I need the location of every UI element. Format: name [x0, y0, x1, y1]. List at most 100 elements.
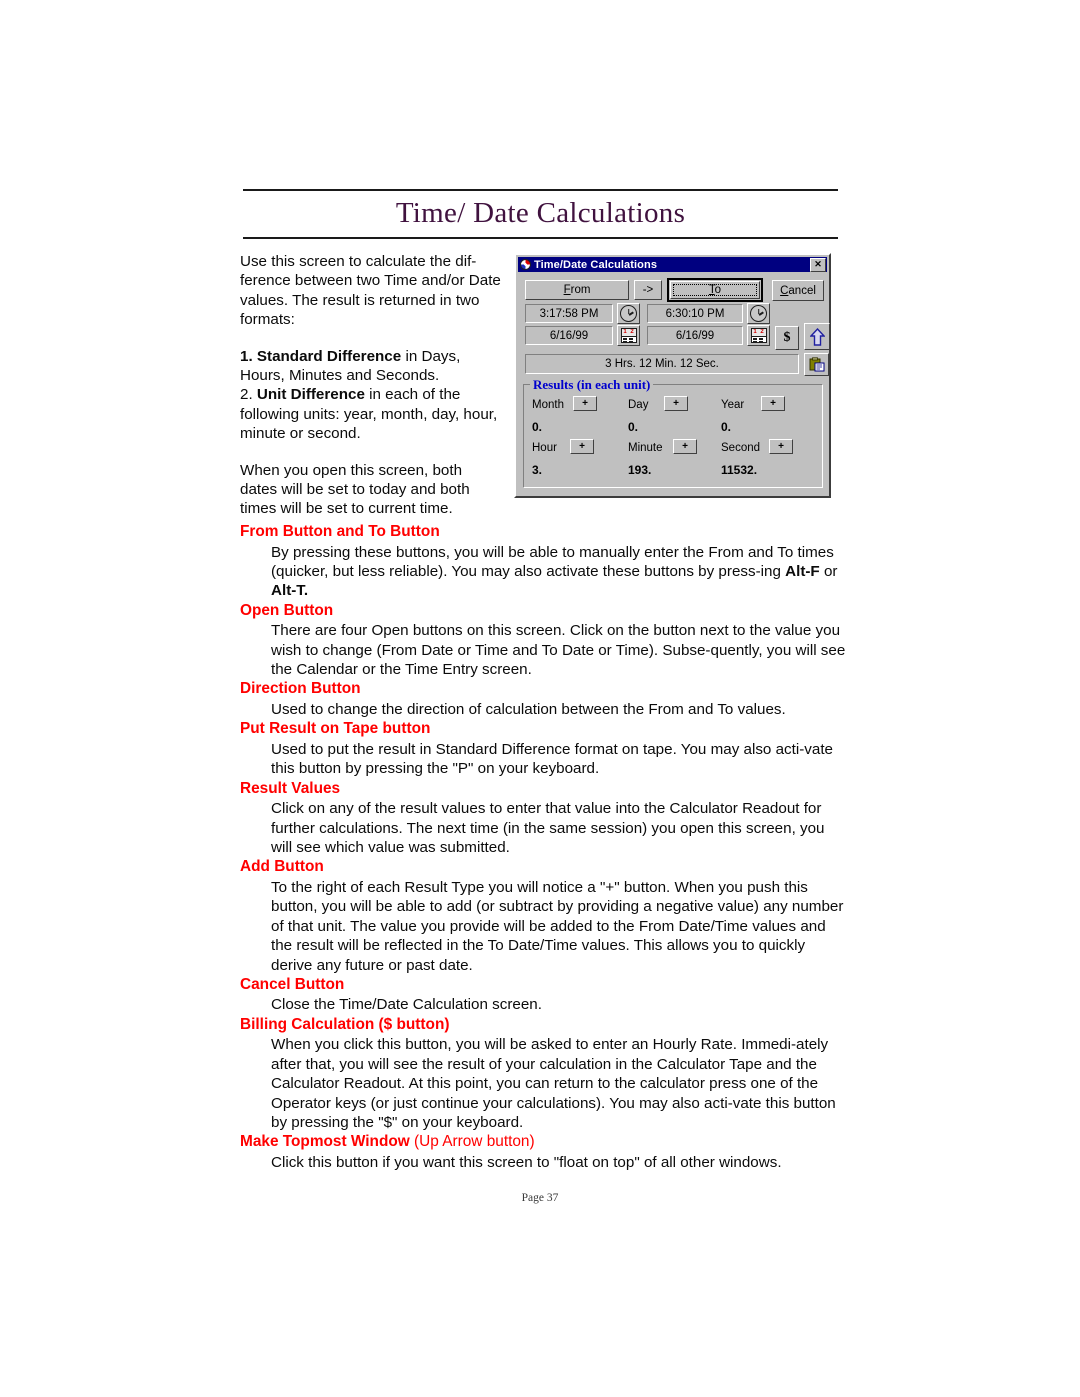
- add-button-day[interactable]: +: [664, 396, 688, 411]
- to-button[interactable]: To: [667, 278, 763, 302]
- section-body: By pressing these buttons, you will be a…: [271, 543, 848, 601]
- up-arrow-icon: [809, 327, 825, 346]
- dialog-title: Time/Date Calculations: [534, 258, 658, 271]
- unit-value-second[interactable]: 11532.: [721, 463, 757, 477]
- title-rule-bottom: [243, 237, 838, 239]
- section-make-topmost-window: Make Topmost Window (Up Arrow button) Cl…: [240, 1132, 848, 1172]
- add-button-label: +: [770, 398, 776, 409]
- sections-list: From Button and To Button By pressing th…: [240, 522, 848, 1172]
- section-heading: Put Result on Tape button: [240, 720, 431, 738]
- from-time-field[interactable]: 3:17:58 PM: [525, 304, 613, 323]
- section-body: There are four Open buttons on this scre…: [271, 622, 846, 679]
- unit-value-year[interactable]: 0.: [721, 420, 731, 434]
- make-topmost-window-button[interactable]: [804, 323, 830, 350]
- intro-paragraph-1: Use this screen to calculate the dif-fer…: [240, 253, 501, 329]
- section-body-bold-2: Alt-T.: [271, 582, 309, 600]
- unit-value-minute[interactable]: 193.: [628, 463, 651, 477]
- calendar-icon-header: 1 2: [621, 329, 636, 337]
- cancel-button[interactable]: Cancel: [772, 280, 824, 301]
- add-button-label: +: [579, 441, 585, 452]
- section-body: Used to put the result in Standard Diffe…: [271, 740, 833, 778]
- section-heading: Add Button: [240, 858, 324, 876]
- add-button-second[interactable]: +: [769, 439, 793, 454]
- intro-list-item-2: 2. Unit Difference in each of the follow…: [240, 385, 502, 443]
- standard-result-field[interactable]: 3 Hrs. 12 Min. 12 Sec.: [525, 354, 799, 374]
- to-date-open-button[interactable]: 1 2: [747, 325, 770, 346]
- cancel-button-label: Cancel: [780, 284, 816, 297]
- unit-value-hour[interactable]: 3.: [532, 463, 542, 477]
- intro-item2-bold: Unit Difference: [256, 386, 365, 404]
- unit-value-day[interactable]: 0.: [628, 420, 638, 434]
- dialog-titlebar: Time/Date Calculations ✕: [518, 257, 827, 272]
- section-heading: Cancel Button: [240, 975, 345, 993]
- calendar-digit-2: 2: [630, 329, 634, 335]
- page-title: Time/ Date Calculations: [395, 197, 686, 229]
- intro-item1-bold: 1. Standard Difference: [240, 347, 402, 365]
- section-heading-main: Make Topmost Window: [240, 1133, 410, 1151]
- to-time-field[interactable]: 6:30:10 PM: [647, 304, 743, 323]
- intro-list-item-1: 1. Standard Difference in Days, Hours, M…: [240, 347, 502, 386]
- section-result-values: Result Values Click on any of the result…: [240, 779, 848, 858]
- billing-calculation-button[interactable]: $: [775, 326, 799, 350]
- put-on-tape-icon: [809, 357, 825, 372]
- add-button-minute[interactable]: +: [673, 439, 697, 454]
- section-heading-suffix: (Up Arrow button): [409, 1133, 535, 1151]
- section-heading: Make Topmost Window (Up Arrow button): [240, 1132, 848, 1153]
- section-open-button: Open Button There are four Open buttons …: [240, 601, 848, 680]
- from-date-open-button[interactable]: 1 2: [617, 325, 640, 346]
- calendar-icon: 1 2: [750, 328, 767, 343]
- calendar-icon-grid: [621, 337, 636, 342]
- unit-label-second: Second: [721, 442, 761, 454]
- section-body-bold-1: Alt-F: [785, 562, 820, 580]
- clock-icon: [620, 305, 637, 322]
- direction-button[interactable]: ->: [634, 280, 662, 300]
- add-button-month[interactable]: +: [573, 396, 597, 411]
- from-time-open-button[interactable]: [617, 303, 640, 324]
- section-heading: From Button and To Button: [240, 523, 440, 540]
- dollar-icon: $: [783, 330, 791, 345]
- section-heading: Direction Button: [240, 680, 361, 698]
- intro-column: Use this screen to calculate the dif-fer…: [240, 252, 502, 519]
- intro-paragraph-2: When you open this screen, both dates wi…: [240, 461, 470, 518]
- to-date-field[interactable]: 6/16/99: [647, 326, 743, 345]
- to-time-open-button[interactable]: [747, 303, 770, 324]
- section-billing-calculation: Billing Calculation ($ button) When you …: [240, 1015, 848, 1133]
- section-body: Click on any of the result values to ent…: [271, 800, 825, 856]
- section-body: Click this button if you want this scree…: [271, 1153, 782, 1171]
- page-title-block: Time/ Date Calculations: [243, 189, 838, 239]
- add-button-label: +: [682, 441, 688, 452]
- close-icon[interactable]: ✕: [810, 257, 826, 272]
- from-date-field[interactable]: 6/16/99: [525, 326, 613, 345]
- calendar-digit-1: 1: [623, 329, 627, 335]
- section-from-to-button: From Button and To Button By pressing th…: [240, 522, 848, 601]
- section-body: When you click this button, you will be …: [271, 1036, 836, 1131]
- dialog-body: From -> To Cancel 3:17:58 PM 6:30:10 PM …: [516, 272, 830, 498]
- unit-label-month: Month: [532, 399, 564, 411]
- intro-item2-number: 2.: [240, 386, 257, 404]
- intro-spacer-1: [240, 330, 502, 347]
- unit-value-month[interactable]: 0.: [532, 420, 542, 434]
- section-cancel-button: Cancel Button Close the Time/Date Calcul…: [240, 975, 848, 1015]
- add-button-year[interactable]: +: [761, 396, 785, 411]
- section-add-button: Add Button To the right of each Result T…: [240, 857, 848, 975]
- direction-button-label: ->: [642, 284, 654, 296]
- calendar-icon: 1 2: [620, 328, 637, 343]
- add-button-label: +: [673, 398, 679, 409]
- calendar-icon-header: 1 2: [751, 329, 766, 337]
- section-body-pre: By pressing these buttons, you will be a…: [271, 543, 834, 580]
- put-result-on-tape-button[interactable]: [804, 353, 829, 376]
- section-put-result-on-tape-button: Put Result on Tape button Used to put th…: [240, 719, 848, 778]
- intro-spacer-2: [240, 444, 502, 461]
- from-button[interactable]: From: [525, 280, 629, 300]
- calendar-digit-1: 1: [753, 329, 757, 335]
- section-body: To the right of each Result Type you wil…: [271, 878, 844, 974]
- unit-label-year: Year: [721, 399, 745, 411]
- unit-label-minute: Minute: [628, 442, 663, 454]
- time-date-calculations-dialog: Time/Date Calculations ✕ From -> To Canc…: [514, 253, 831, 498]
- add-button-hour[interactable]: +: [570, 439, 594, 454]
- clock-icon: [750, 305, 767, 322]
- section-heading: Result Values: [240, 779, 341, 797]
- app-icon: [520, 259, 531, 270]
- calendar-digit-2: 2: [760, 329, 764, 335]
- add-button-label: +: [582, 398, 588, 409]
